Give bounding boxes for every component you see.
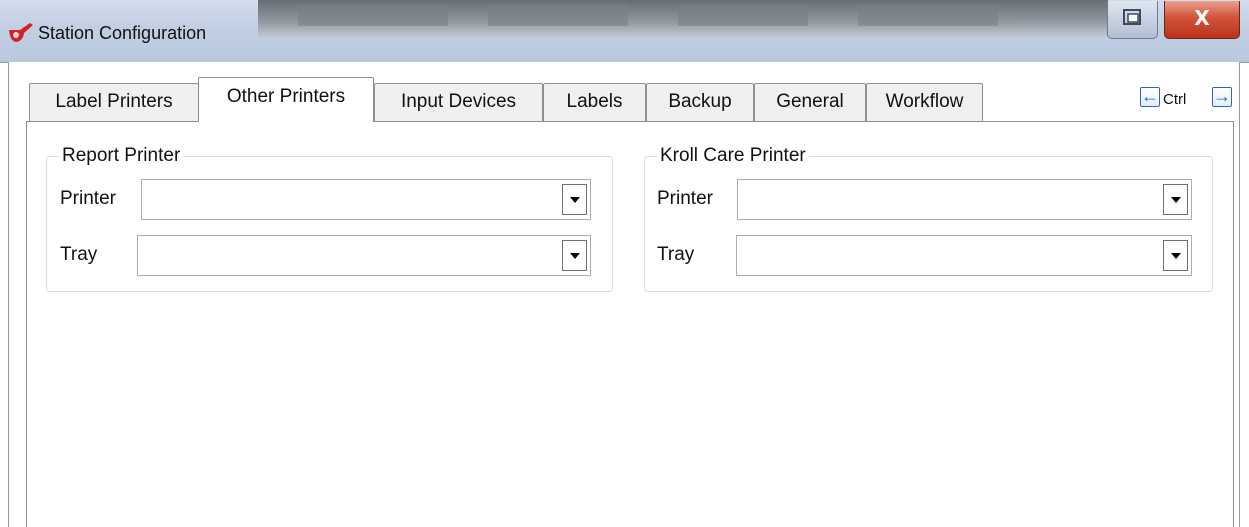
- kroll-tray-select[interactable]: [736, 235, 1192, 276]
- tab-backup[interactable]: Backup: [646, 83, 754, 121]
- tab-label: General: [776, 91, 844, 112]
- group-title: Kroll Care Printer: [657, 145, 809, 167]
- dropdown-arrow-icon[interactable]: [562, 184, 587, 215]
- printer-label: Printer: [657, 188, 713, 209]
- dropdown-arrow-icon[interactable]: [1163, 184, 1188, 215]
- close-button[interactable]: X: [1164, 1, 1240, 39]
- restore-button[interactable]: [1107, 1, 1158, 39]
- tray-label: Tray: [60, 244, 98, 265]
- app-logo-icon: [9, 23, 33, 42]
- tab-labels[interactable]: Labels: [543, 83, 646, 121]
- title-bar: Station Configuration X: [0, 0, 1249, 63]
- printer-label: Printer: [60, 188, 116, 209]
- tab-workflow[interactable]: Workflow: [866, 83, 983, 121]
- tab-input-devices[interactable]: Input Devices: [374, 83, 543, 121]
- tab-label-printers[interactable]: Label Printers: [29, 83, 199, 121]
- tab-other-printers[interactable]: Other Printers: [198, 77, 374, 122]
- window-title: Station Configuration: [38, 23, 207, 43]
- dropdown-arrow-icon[interactable]: [1163, 240, 1188, 271]
- tab-label: Label Printers: [55, 91, 173, 112]
- tab-label: Other Printers: [226, 86, 346, 107]
- report-tray-select[interactable]: [137, 235, 591, 276]
- tab-label: Backup: [668, 91, 732, 112]
- tray-label: Tray: [657, 244, 695, 265]
- dropdown-arrow-icon[interactable]: [562, 240, 587, 271]
- blurred-background-area: [258, 0, 1108, 38]
- restore-icon: [1123, 9, 1141, 25]
- ctrl-hint-label: Ctrl: [1163, 91, 1187, 108]
- tab-general[interactable]: General: [754, 83, 866, 121]
- tab-label: Input Devices: [400, 91, 517, 112]
- group-title: Report Printer: [59, 145, 184, 167]
- tab-label: Labels: [566, 91, 623, 112]
- arrow-left-icon: ←: [1141, 86, 1159, 106]
- kroll-printer-select[interactable]: [737, 179, 1192, 220]
- arrow-right-icon: →: [1213, 86, 1231, 106]
- tab-label: Workflow: [885, 91, 964, 112]
- report-printer-select[interactable]: [141, 179, 591, 220]
- close-icon: X: [1194, 6, 1210, 30]
- next-tab-button[interactable]: →: [1212, 87, 1232, 107]
- prev-tab-button[interactable]: ←: [1140, 87, 1160, 107]
